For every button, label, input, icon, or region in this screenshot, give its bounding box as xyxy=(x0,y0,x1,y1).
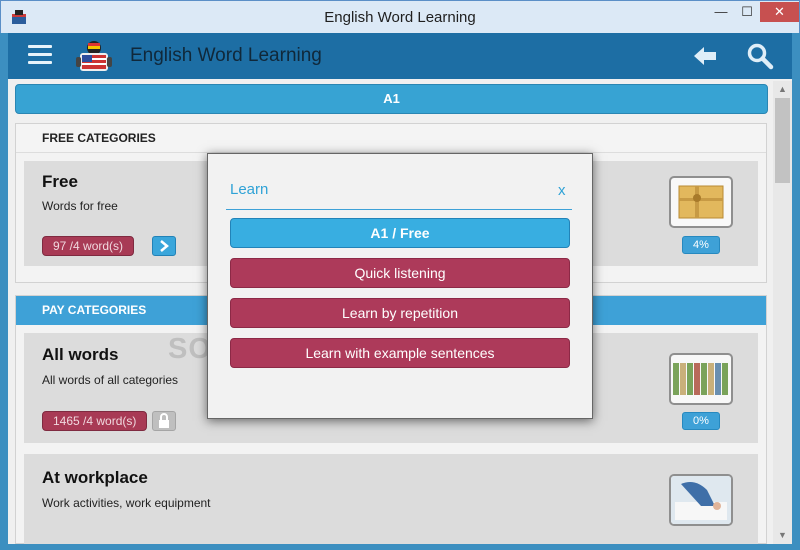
next-button[interactable] xyxy=(152,236,176,256)
option-learn-with-example-sentences[interactable]: Learn with example sentences xyxy=(230,338,570,368)
option-a1-free[interactable]: A1 / Free xyxy=(230,218,570,248)
logo-icon xyxy=(76,41,112,71)
free-categories-header: FREE CATEGORIES xyxy=(16,124,766,153)
menu-icon[interactable] xyxy=(28,45,52,67)
search-icon[interactable] xyxy=(746,42,774,70)
word-count-badge: 97 /4 word(s) xyxy=(42,236,135,256)
app-header: English Word Learning xyxy=(8,33,792,79)
card-subtitle: All words of all categories xyxy=(42,373,179,387)
lock-icon[interactable] xyxy=(152,411,176,431)
app-title: English Word Learning xyxy=(130,45,322,66)
books-icon xyxy=(669,353,733,405)
word-count-badge: 1465 /4 word(s) xyxy=(42,411,148,431)
progress-percent: 0% xyxy=(682,412,720,430)
card-title: Free xyxy=(42,172,78,191)
dialog-divider xyxy=(226,209,572,210)
close-window-button[interactable]: ✕ xyxy=(760,2,799,22)
progress-percent: 4% xyxy=(682,236,720,254)
gift-box-icon xyxy=(669,176,733,228)
scroll-up-icon[interactable]: ▲ xyxy=(773,81,792,98)
category-card-at-workplace[interactable]: At workplace Work activities, work equip… xyxy=(24,454,758,544)
window-title: English Word Learning xyxy=(324,9,476,26)
card-subtitle: Work activities, work equipment xyxy=(42,496,211,510)
card-title: All words xyxy=(42,345,119,364)
dialog-title: Learn xyxy=(230,181,269,198)
learn-dialog: Learn x A1 / Free Quick listening Learn … xyxy=(207,153,593,419)
maximize-button[interactable]: ☐ xyxy=(734,2,760,22)
card-title: At workplace xyxy=(42,468,148,487)
option-quick-listening[interactable]: Quick listening xyxy=(230,258,570,288)
card-subtitle: Words for free xyxy=(42,199,118,213)
scrollbar[interactable]: ▲ ▼ xyxy=(773,81,792,544)
dialog-close-button[interactable]: x xyxy=(558,182,566,199)
back-arrow-icon[interactable] xyxy=(692,44,718,68)
window-titlebar: English Word Learning — ☐ ✕ xyxy=(0,0,800,33)
minimize-button[interactable]: — xyxy=(708,2,734,22)
scroll-thumb[interactable] xyxy=(775,98,790,183)
option-learn-by-repetition[interactable]: Learn by repetition xyxy=(230,298,570,328)
chevron-right-icon xyxy=(160,240,169,252)
level-selector[interactable]: A1 xyxy=(15,84,768,114)
workplace-image-icon xyxy=(669,474,733,526)
scroll-down-icon[interactable]: ▼ xyxy=(773,527,792,544)
